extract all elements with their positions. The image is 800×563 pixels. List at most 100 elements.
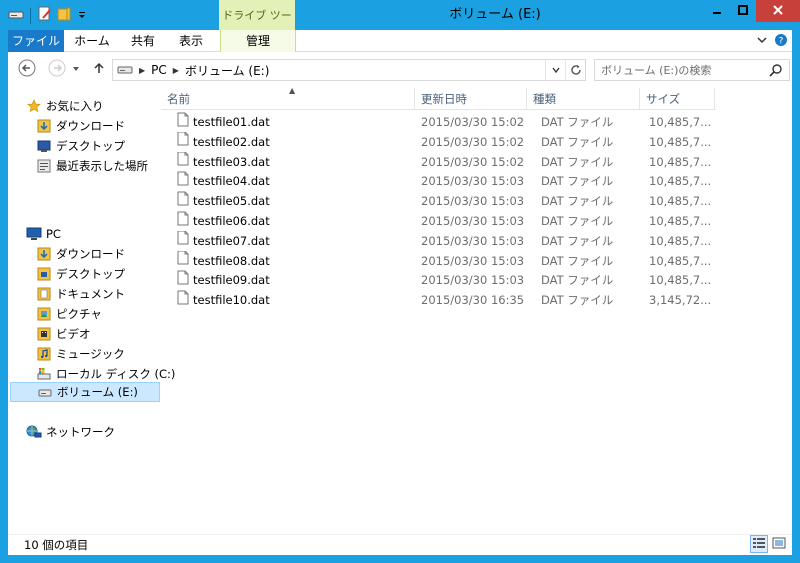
file-icon: [177, 191, 189, 211]
nav-pc-videos[interactable]: ビデオ: [36, 324, 186, 344]
nav-pc-label: PC: [46, 227, 61, 241]
search-icon[interactable]: [769, 63, 783, 80]
nav-item-label: ボリューム (E:): [57, 385, 138, 399]
file-name-cell: testfile07.dat: [177, 230, 407, 251]
breadcrumb-pc[interactable]: PC: [151, 63, 167, 77]
nav-pc-local-disk[interactable]: ローカル ディスク (C:): [36, 364, 186, 384]
expand-ribbon-icon[interactable]: [756, 34, 768, 49]
nav-pc-volume-e[interactable]: ボリューム (E:): [10, 382, 160, 402]
file-date: 2015/03/30 15:03: [421, 174, 525, 189]
table-row[interactable]: testfile03.dat 2015/03/30 15:02 DAT ファイル 10…: [161, 151, 716, 172]
nav-item-label: ダウンロード: [56, 247, 125, 261]
column-size[interactable]: サイズ: [640, 88, 715, 110]
file-icon: [177, 151, 189, 172]
large-icons-view-icon: [772, 537, 786, 552]
details-view-button[interactable]: [750, 535, 768, 553]
table-row[interactable]: testfile07.dat 2015/03/30 15:03 DAT ファイル 10…: [161, 230, 716, 251]
desktop-folder-icon: [36, 266, 52, 282]
toolbar-separator: [30, 7, 31, 24]
refresh-button[interactable]: [565, 60, 585, 80]
drive-tools-context-title: ドライブ ツール: [219, 0, 295, 54]
file-size: 10,485,7...: [649, 174, 712, 189]
file-type: DAT ファイル: [541, 194, 614, 209]
address-tools: [545, 60, 585, 80]
table-row[interactable]: testfile04.dat 2015/03/30 15:03 DAT ファイル 10…: [161, 171, 716, 191]
file-date: 2015/03/30 15:03: [421, 214, 525, 228]
address-bar[interactable]: ▶ PC ▶ ボリューム (E:): [112, 59, 586, 81]
file-name: testfile07.dat: [193, 233, 270, 248]
file-type: DAT ファイル: [541, 134, 614, 149]
file-icon: [177, 250, 189, 271]
tab-share[interactable]: 共有: [120, 30, 166, 52]
table-row[interactable]: testfile08.dat 2015/03/30 15:03 DAT ファイル 10…: [161, 250, 716, 271]
file-type: DAT ファイル: [541, 174, 614, 189]
file-name-cell: testfile03.dat: [177, 151, 407, 172]
explorer-window: ドライブ ツール ボリューム (E:) ファイル ホーム 共有 表示 管理 ?: [0, 0, 800, 563]
chevron-down-icon: [72, 62, 80, 76]
up-button[interactable]: [90, 60, 108, 78]
table-row[interactable]: testfile06.dat 2015/03/30 15:03 DAT ファイル 10…: [161, 211, 716, 231]
nav-item-label: ドキュメント: [56, 287, 125, 301]
close-icon: [773, 4, 783, 18]
minimize-button[interactable]: [704, 0, 730, 22]
maximize-button[interactable]: [730, 0, 756, 22]
file-date: 2015/03/30 15:03: [421, 253, 525, 268]
file-type: DAT ファイル: [541, 214, 614, 228]
breadcrumb: ▶ PC ▶ ボリューム (E:): [117, 62, 269, 79]
back-button[interactable]: [18, 59, 36, 78]
maximize-icon: [738, 4, 748, 18]
documents-icon: [36, 286, 52, 302]
table-row[interactable]: testfile10.dat 2015/03/30 16:35 DAT ファイル 3,…: [161, 290, 716, 310]
tab-home[interactable]: ホーム: [66, 30, 118, 52]
tab-view[interactable]: 表示: [168, 30, 214, 52]
file-name-cell: testfile08.dat: [177, 250, 407, 271]
breadcrumb-arrow-icon[interactable]: ▶: [173, 66, 179, 75]
search-input[interactable]: ボリューム (E:)の検索: [594, 59, 790, 81]
local-disk-icon: [36, 366, 52, 382]
tab-file[interactable]: ファイル: [8, 30, 64, 52]
address-history-dropdown[interactable]: [545, 60, 565, 80]
qat-dropdown-icon[interactable]: [77, 9, 87, 23]
tab-manage[interactable]: 管理: [220, 30, 296, 52]
nav-network[interactable]: ネットワーク: [26, 422, 176, 442]
nav-item-label: ダウンロード: [56, 119, 125, 133]
column-date[interactable]: 更新日時: [415, 88, 527, 110]
title-bar: ドライブ ツール ボリューム (E:): [0, 0, 800, 54]
properties-icon[interactable]: [37, 6, 53, 25]
breadcrumb-volume[interactable]: ボリューム (E:): [185, 62, 269, 79]
file-name: testfile08.dat: [193, 253, 270, 268]
table-row[interactable]: testfile09.dat 2015/03/30 15:03 DAT ファイル 10…: [161, 270, 716, 290]
navigation-bar: ▶ PC ▶ ボリューム (E:) ボリューム (E:)の検索: [8, 54, 792, 84]
nav-item-label: デスクトップ: [56, 139, 125, 153]
close-button[interactable]: [756, 0, 800, 22]
file-type: DAT ファイル: [541, 273, 614, 288]
file-name: testfile03.dat: [193, 154, 270, 169]
help-icon[interactable]: ?: [774, 33, 788, 50]
nav-pc[interactable]: PC: [26, 224, 176, 244]
table-row[interactable]: testfile02.dat 2015/03/30 15:02 DAT ファイル 10…: [161, 131, 716, 152]
file-name-cell: testfile04.dat: [177, 171, 407, 191]
file-name-cell: testfile06.dat: [177, 211, 407, 231]
file-size: 10,485,7...: [649, 134, 712, 149]
nav-item-label: ピクチャ: [56, 307, 102, 321]
file-name-cell: testfile05.dat: [177, 191, 407, 211]
window-content: ファイル ホーム 共有 表示 管理 ? ▶ PC ▶ ボリューム (E:) ボリ…: [8, 30, 792, 555]
drive-icon: [37, 384, 53, 400]
status-bar: 10 個の項目: [8, 534, 792, 555]
large-icons-view-button[interactable]: [770, 535, 788, 553]
recent-locations-button[interactable]: [70, 60, 82, 78]
file-type: DAT ファイル: [541, 233, 614, 248]
file-type: DAT ファイル: [541, 253, 614, 268]
table-row[interactable]: testfile05.dat 2015/03/30 15:03 DAT ファイル 10…: [161, 191, 716, 211]
breadcrumb-arrow-icon[interactable]: ▶: [139, 66, 145, 75]
nav-favorites[interactable]: お気に入り: [26, 96, 176, 116]
nav-pc-music[interactable]: ミュージック: [36, 344, 186, 364]
file-name-cell: testfile10.dat: [177, 290, 407, 310]
drive-icon[interactable]: [8, 7, 24, 24]
file-name: testfile10.dat: [193, 293, 270, 308]
forward-button[interactable]: [48, 59, 66, 78]
column-name[interactable]: 名前: [161, 88, 415, 110]
new-folder-icon[interactable]: [57, 6, 73, 25]
column-type[interactable]: 種類: [527, 88, 640, 110]
table-row[interactable]: testfile01.dat 2015/03/30 15:02 DAT ファイル 10…: [161, 112, 716, 132]
